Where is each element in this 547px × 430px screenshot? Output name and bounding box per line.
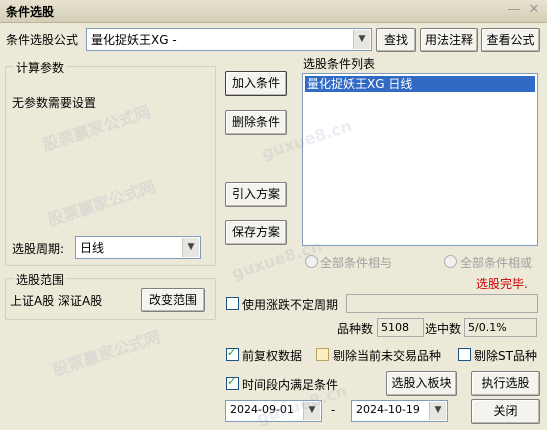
prev-rights-checkbox[interactable] xyxy=(226,346,239,361)
params-group-title: 计算参数 xyxy=(14,59,67,76)
condition-list-title: 选股条件列表 xyxy=(303,57,376,71)
formula-value: 量化捉妖王XG - xyxy=(91,33,177,47)
run-pick-button[interactable]: 执行选股 xyxy=(471,371,540,396)
period-select[interactable]: 日线 ▼ xyxy=(75,236,201,259)
watermark: 股票赢家公式网 xyxy=(50,327,163,380)
count-label: 品种数 xyxy=(337,322,374,336)
close-icon[interactable]: ✕ xyxy=(526,2,542,18)
start-date-value: 2024-09-01 xyxy=(230,403,294,416)
view-formula-button[interactable]: 查看公式 xyxy=(481,28,540,52)
selected-label: 选中数 xyxy=(425,322,462,336)
delete-condition-button[interactable]: 删除条件 xyxy=(225,110,287,135)
exclude-st-label: 剔除ST品种 xyxy=(474,349,537,363)
exclude-untraded-label: 剔除当前未交易品种 xyxy=(333,349,442,363)
chevron-down-icon[interactable]: ▼ xyxy=(353,30,370,49)
find-button[interactable]: 查找 xyxy=(376,28,416,52)
window-title: 条件选股 xyxy=(6,5,55,19)
radio-all-and[interactable] xyxy=(305,255,318,268)
usage-button[interactable]: 用法注释 xyxy=(420,28,478,52)
change-scope-button[interactable]: 改变范围 xyxy=(141,288,205,312)
time-range-checkbox[interactable] xyxy=(226,375,239,390)
pick-into-block-button[interactable]: 选股入板块 xyxy=(386,371,457,396)
list-item[interactable]: 量化捉妖王XG 日线 xyxy=(305,76,535,92)
date-separator: - xyxy=(331,403,336,417)
selected-value: 5/0.1% xyxy=(464,318,537,337)
prev-rights-label: 前复权数据 xyxy=(242,349,303,363)
variable-period-checkbox[interactable] xyxy=(226,297,239,310)
scope-group-title: 选股范围 xyxy=(14,271,67,288)
status-text: 选股完毕. xyxy=(476,277,528,291)
import-scheme-button[interactable]: 引入方案 xyxy=(225,182,287,207)
all-and-label: 全部条件相与 xyxy=(320,256,393,270)
all-or-label: 全部条件相或 xyxy=(460,256,533,270)
exclude-st-checkbox[interactable] xyxy=(458,348,471,361)
end-date-picker[interactable]: 2024-10-19 ▼ xyxy=(351,400,448,422)
period-value: 日线 xyxy=(80,241,105,255)
radio-all-or[interactable] xyxy=(444,255,457,268)
chevron-down-icon[interactable]: ▼ xyxy=(303,402,320,420)
scope-text: 上证A股 深证A股 xyxy=(10,294,103,308)
count-value: 5108 xyxy=(377,318,424,337)
formula-select[interactable]: 量化捉妖王XG - ▼ xyxy=(86,28,372,51)
close-button[interactable]: 关闭 xyxy=(471,399,540,424)
exclude-untraded-checkbox[interactable] xyxy=(316,348,329,361)
minimize-icon[interactable]: — xyxy=(506,2,522,18)
variable-period-label: 使用涨跌不定周期 xyxy=(242,298,339,312)
formula-label: 条件选股公式 xyxy=(6,33,79,47)
chevron-down-icon[interactable]: ▼ xyxy=(429,402,446,420)
title-bar: 条件选股 — ✕ xyxy=(0,0,547,23)
start-date-picker[interactable]: 2024-09-01 ▼ xyxy=(225,400,322,422)
end-date-value: 2024-10-19 xyxy=(356,403,420,416)
add-condition-button[interactable]: 加入条件 xyxy=(225,71,287,96)
period-label: 选股周期: xyxy=(12,242,65,256)
chevron-down-icon[interactable]: ▼ xyxy=(182,238,199,257)
no-params-note: 无参数需要设置 xyxy=(12,96,97,110)
time-range-label: 时间段内满足条件 xyxy=(242,378,339,392)
save-scheme-button[interactable]: 保存方案 xyxy=(225,220,287,245)
variable-period-field[interactable] xyxy=(346,294,538,313)
condition-list[interactable]: 量化捉妖王XG 日线 xyxy=(302,73,538,246)
